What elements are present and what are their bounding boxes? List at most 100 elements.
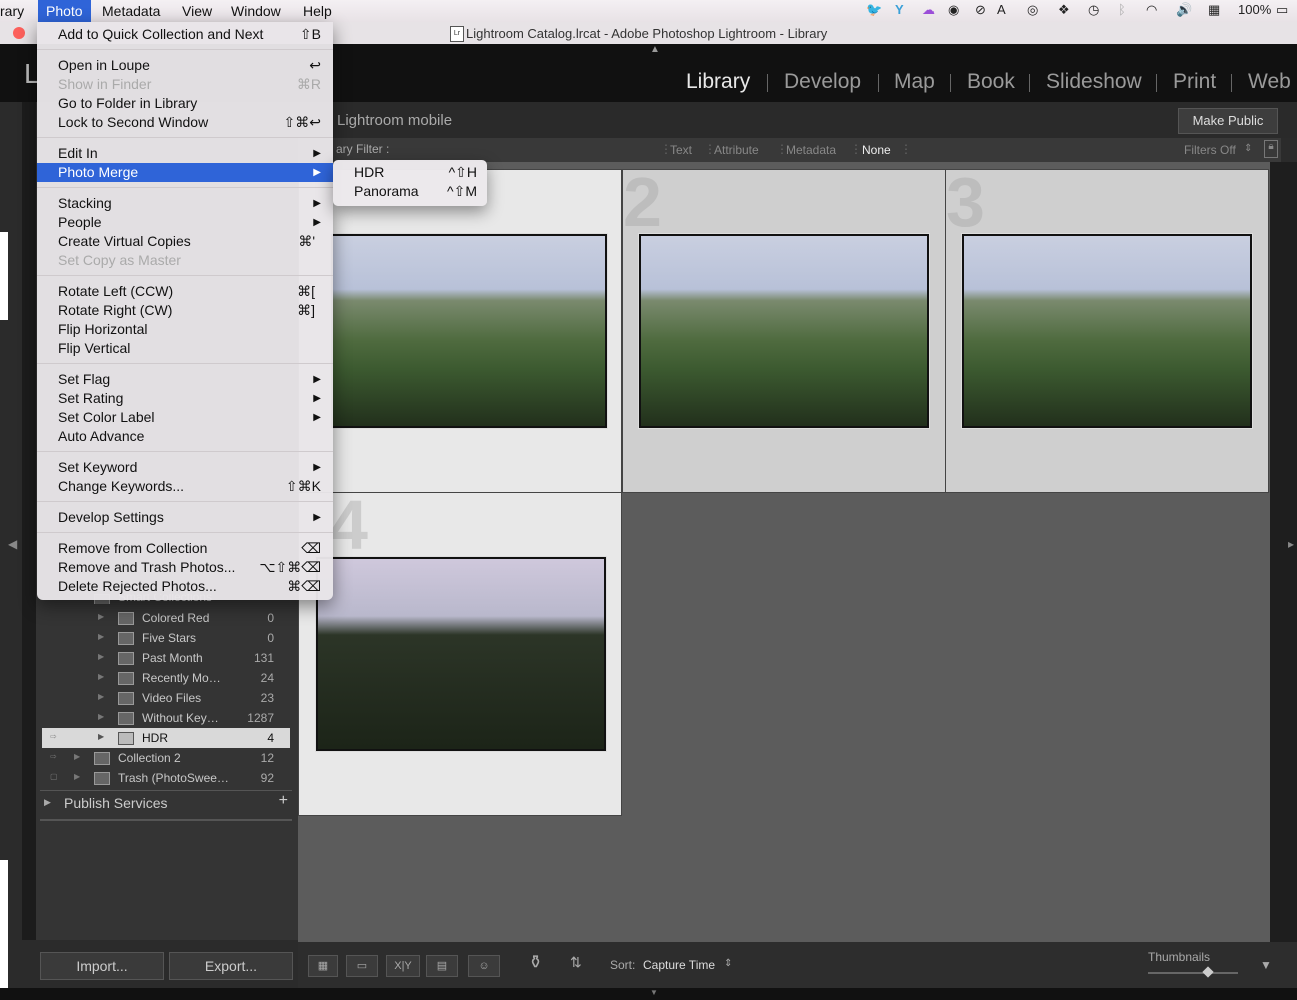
block-icon[interactable]: ⊘ — [975, 2, 986, 18]
make-public-button[interactable]: Make Public — [1178, 108, 1278, 134]
disclosure-icon[interactable]: ▶ — [98, 732, 104, 741]
menu-item-flip-horizontal[interactable]: Flip Horizontal — [37, 320, 333, 339]
menu-item-edit-in[interactable]: Edit In ▶ — [37, 144, 333, 163]
photo-thumbnail[interactable] — [316, 557, 606, 751]
menu-item-remove-and-trash[interactable]: Remove and Trash Photos... ⌥⇧⌘⌫ — [37, 558, 333, 577]
menu-item-stacking[interactable]: Stacking ▶ — [37, 194, 333, 213]
export-button[interactable]: Export... — [169, 952, 293, 980]
photo-thumbnail[interactable] — [331, 234, 607, 428]
target-collection-icon[interactable]: ⇨ — [50, 732, 57, 741]
module-book[interactable]: Book — [967, 70, 1015, 94]
menu-item-set-color-label[interactable]: Set Color Label ▶ — [37, 408, 333, 427]
menu-item-set-flag[interactable]: Set Flag ▶ — [37, 370, 333, 389]
add-publish-service-icon[interactable]: + — [279, 792, 288, 810]
menu-item-people[interactable]: People ▶ — [37, 213, 333, 232]
sort-direction-icon[interactable]: ⇅ — [570, 954, 582, 971]
collection-row-selected[interactable]: ⇨ ▶ HDR 4 — [42, 728, 290, 748]
menu-item-develop-settings[interactable]: Develop Settings ▶ — [37, 508, 333, 527]
volume-icon[interactable]: 🔊 — [1176, 2, 1192, 18]
grid-view-icon[interactable]: ▦ — [308, 955, 338, 977]
dropbox-icon[interactable]: ❖ — [1058, 2, 1070, 18]
module-web[interactable]: Web — [1248, 70, 1291, 94]
menu-window[interactable]: Window — [231, 2, 281, 22]
survey-view-icon[interactable]: ▤ — [426, 955, 458, 977]
wifi-icon[interactable]: ◠ — [1146, 2, 1157, 18]
menu-item-flip-vertical[interactable]: Flip Vertical — [37, 339, 333, 358]
menu-item-set-rating[interactable]: Set Rating ▶ — [37, 389, 333, 408]
import-button[interactable]: Import... — [40, 952, 164, 980]
headset-icon[interactable]: ◉ — [948, 2, 959, 18]
bluetooth-icon[interactable]: ᛒ — [1118, 2, 1126, 17]
module-print[interactable]: Print — [1173, 70, 1216, 94]
photo-thumbnail[interactable] — [639, 234, 929, 428]
collapse-right-panel-icon[interactable]: ▸ — [1288, 537, 1294, 551]
toolbar-options-icon[interactable]: ▼ — [1260, 958, 1272, 972]
collapse-left-panel-icon[interactable]: ◀ — [8, 537, 17, 551]
collection-row[interactable]: ▶ Past Month 131 — [42, 648, 290, 668]
compare-view-icon[interactable]: X|Y — [386, 955, 420, 977]
disclosure-icon[interactable]: ▶ — [98, 672, 104, 681]
filter-text-tab[interactable]: Text — [670, 143, 692, 157]
adobe-icon[interactable]: A — [997, 2, 1006, 17]
collection-row[interactable]: ▢ ▶ Trash (PhotoSwee… 92 — [42, 768, 290, 788]
filter-metadata-tab[interactable]: Metadata — [786, 143, 836, 157]
disclosure-icon[interactable]: ▶ — [74, 772, 80, 781]
painter-icon[interactable]: ⚱ — [528, 952, 543, 973]
eye-icon[interactable]: ◎ — [1027, 2, 1038, 18]
menu-item-rotate-right[interactable]: Rotate Right (CW) ⌘] — [37, 301, 333, 320]
module-map[interactable]: Map — [894, 70, 935, 94]
publish-services-header[interactable]: ▶ Publish Services + — [40, 790, 292, 821]
menu-item-auto-advance[interactable]: Auto Advance — [37, 427, 333, 446]
menu-library[interactable]: rary — [0, 2, 24, 22]
grid-cell[interactable]: 4 — [298, 486, 622, 816]
grid-cell[interactable] — [298, 169, 622, 493]
twitter-icon[interactable]: 🐦 — [866, 2, 882, 18]
disclosure-icon[interactable]: ▶ — [74, 752, 80, 761]
menu-item-change-keywords[interactable]: Change Keywords... ⇧⌘K — [37, 477, 333, 496]
menu-metadata[interactable]: Metadata — [102, 2, 160, 22]
submenu-item-hdr[interactable]: HDR ^⇧H — [333, 163, 487, 182]
menu-item-rotate-left[interactable]: Rotate Left (CCW) ⌘[ — [37, 282, 333, 301]
lock-icon[interactable]: 🔒︎ — [1264, 140, 1278, 158]
module-library[interactable]: Library — [686, 70, 750, 94]
collapse-top-icon[interactable]: ▲ — [650, 44, 660, 55]
menu-item-lock-second-window[interactable]: Lock to Second Window ⇧⌘↩ — [37, 113, 333, 132]
submenu-item-panorama[interactable]: Panorama ^⇧M — [333, 182, 487, 201]
thumbnail-size-slider[interactable] — [1148, 972, 1238, 974]
collection-row[interactable]: ⇨ ▶ Collection 2 12 — [42, 748, 290, 768]
filter-none-tab[interactable]: None — [862, 143, 891, 157]
disclosure-icon[interactable]: ▶ — [98, 712, 104, 721]
collection-row[interactable]: ▶ Without Key… 1287 — [42, 708, 290, 728]
disclosure-icon[interactable]: ▶ — [98, 652, 104, 661]
people-view-icon[interactable]: ☺ — [468, 955, 500, 977]
disclosure-icon[interactable]: ▶ — [98, 692, 104, 701]
collection-row[interactable]: ▶ Recently Mo… 24 — [42, 668, 290, 688]
checkbox-icon[interactable]: ▢ — [50, 772, 58, 781]
menu-item-open-in-loupe[interactable]: Open in Loupe ↩ — [37, 56, 333, 75]
time-machine-icon[interactable]: ◷ — [1088, 2, 1099, 18]
close-window-icon[interactable] — [13, 27, 25, 39]
sort-dropdown[interactable]: Capture Time — [643, 958, 715, 972]
photo-thumbnail[interactable] — [962, 234, 1252, 428]
grid-cell[interactable]: 3 — [945, 163, 1269, 493]
creative-cloud-icon[interactable]: ☁ — [922, 2, 935, 18]
disclosure-icon[interactable]: ▶ — [98, 632, 104, 641]
target-collection-icon[interactable]: ⇨ — [50, 752, 57, 761]
menu-item-photo-merge[interactable]: Photo Merge ▶ — [37, 163, 333, 182]
yoink-icon[interactable]: Y — [895, 2, 904, 17]
module-develop[interactable]: Develop — [784, 70, 861, 94]
module-slideshow[interactable]: Slideshow — [1046, 70, 1142, 94]
collapse-bottom-icon[interactable]: ▼ — [650, 988, 658, 997]
collection-row[interactable]: ▶ Five Stars 0 — [42, 628, 290, 648]
grid-cell[interactable]: 2 — [622, 163, 946, 493]
calendar-icon[interactable]: ▦ — [1208, 2, 1220, 18]
battery-icon[interactable]: ▭ — [1276, 2, 1288, 18]
menu-item-add-quick-collection-next[interactable]: Add to Quick Collection and Next ⇧B — [37, 25, 333, 44]
filters-off-dropdown[interactable]: Filters Off — [1184, 143, 1236, 157]
menu-help[interactable]: Help — [303, 2, 332, 22]
menu-item-go-to-folder[interactable]: Go to Folder in Library — [37, 94, 333, 113]
menu-view[interactable]: View — [182, 2, 212, 22]
menu-item-set-keyword[interactable]: Set Keyword ▶ — [37, 458, 333, 477]
disclosure-icon[interactable]: ▶ — [44, 797, 51, 808]
disclosure-icon[interactable]: ▶ — [98, 612, 104, 621]
